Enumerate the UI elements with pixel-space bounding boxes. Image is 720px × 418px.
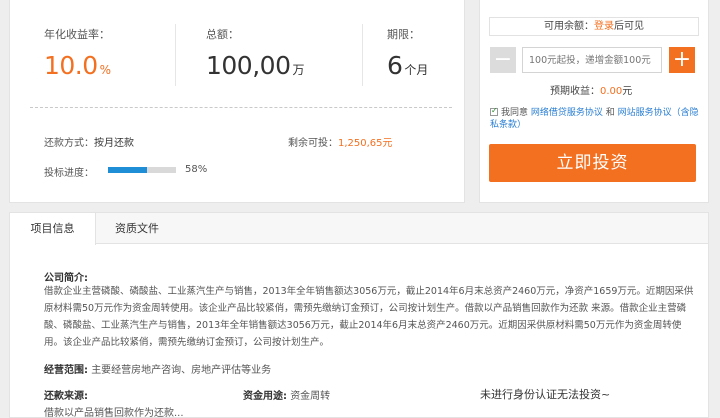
term-value: 6 个月 [387,51,428,80]
stat-divider [175,24,176,86]
business-scope-label: 经营范围: [44,365,88,376]
balance-suffix: 后可见 [614,21,644,32]
remaining-amount: 剩余可投：1,250,65元 [288,134,393,149]
repay-method-label: 还款方式： [44,138,94,149]
progress-label: 投标进度： [44,168,94,179]
expected-return: 预期收益：0.00元 [550,82,632,97]
invest-amount-input[interactable] [522,47,662,73]
available-balance: 可用余额：登录后可见 [489,17,699,36]
total-amount-value: 100,00 万 [206,51,305,80]
repay-source-value: 借款以产品销售回款作为还款... [44,408,184,418]
stat-divider [362,24,363,86]
annual-rate-label: 年化收益率： [44,28,110,41]
balance-prefix: 可用余额： [544,21,594,32]
dashed-divider [30,107,452,108]
login-link[interactable]: 登录 [594,21,614,32]
annual-rate-unit: % [99,63,112,77]
fund-usage-label: 资金用途: [243,391,287,402]
total-amount-unit: 万 [292,63,305,77]
bid-progress-bar [108,167,176,173]
remaining-amount-value: 1,250,65元 [338,138,393,149]
project-details-panel: 项目信息 资质文件 公司简介: 借款企业主营磷酸、磷酸盐、工业蒸汽生产与销售，2… [9,212,709,418]
decrease-amount-button[interactable]: − [490,47,516,73]
fund-usage-value: 资金周转 [290,391,331,402]
total-amount-label: 总额： [206,28,239,41]
business-scope: 经营范围: 主要经营房地产咨询、房地产评估等业务 [44,361,271,376]
repay-source-label: 还款来源: [44,387,88,402]
expected-return-value: 0.00 [600,86,623,97]
loan-detail-page: 年化收益率： 10.0% 总额： 100,00 万 期限： 6 个月 还款方式：按月… [0,0,720,418]
company-intro-text: 借款企业主营磷酸、磷酸盐、工业蒸汽生产与销售，2013年全年销售额达3056万元… [44,286,694,348]
loan-summary-panel: 年化收益率： 10.0% 总额： 100,00 万 期限： 6 个月 还款方式：按月… [9,0,465,203]
remaining-amount-label: 剩余可投： [288,138,338,149]
fund-usage: 资金用途: 资金周转 [243,387,330,402]
expected-return-unit: 元 [622,86,633,97]
bid-progress-percent: 58% [185,164,208,175]
business-scope-value: 主要经营房地产咨询、房地产评估等业务 [91,365,272,376]
tab-project-info[interactable]: 项目信息 [10,213,96,245]
repay-method-value: 按月还款 [94,138,134,149]
bid-progress-fill [108,167,148,173]
invest-panel: 可用余额：登录后可见 − + 预期收益：0.00元 我同意 网络借贷服务协议 和… [479,0,709,203]
annual-rate-value: 10.0% [44,51,111,80]
invest-now-button[interactable]: 立即投资 [489,144,696,182]
detail-tabs: 项目信息 资质文件 [10,213,708,245]
repay-source-title: 还款来源: [44,391,88,402]
agree-checkbox[interactable] [490,105,498,117]
term-number: 6 [387,51,403,80]
loan-service-agreement-link[interactable]: 网络借贷服务协议 [531,108,603,118]
expected-return-label: 预期收益： [550,86,600,97]
agreement: 我同意 网络借贷服务协议 和 网站服务协议（含隐私条款） [490,105,700,131]
annual-rate-number: 10.0 [44,51,98,80]
total-amount-number: 100,00 [206,51,291,80]
term-unit: 个月 [404,63,429,77]
identity-notice: 未进行身份认证无法投资~ [480,388,611,401]
term-stat: 期限： 6 个月 [387,26,428,80]
agree-and: 和 [605,108,615,118]
increase-amount-button[interactable]: + [669,47,695,73]
company-intro-title: 公司简介: [44,273,88,284]
agree-prefix: 我同意 [501,108,529,118]
total-amount-stat: 总额： 100,00 万 [206,26,305,80]
term-label: 期限： [387,28,420,41]
annual-rate-stat: 年化收益率： 10.0% [44,26,111,80]
repay-method: 还款方式：按月还款 [44,134,134,149]
tab-qualification-files[interactable]: 资质文件 [115,213,159,244]
